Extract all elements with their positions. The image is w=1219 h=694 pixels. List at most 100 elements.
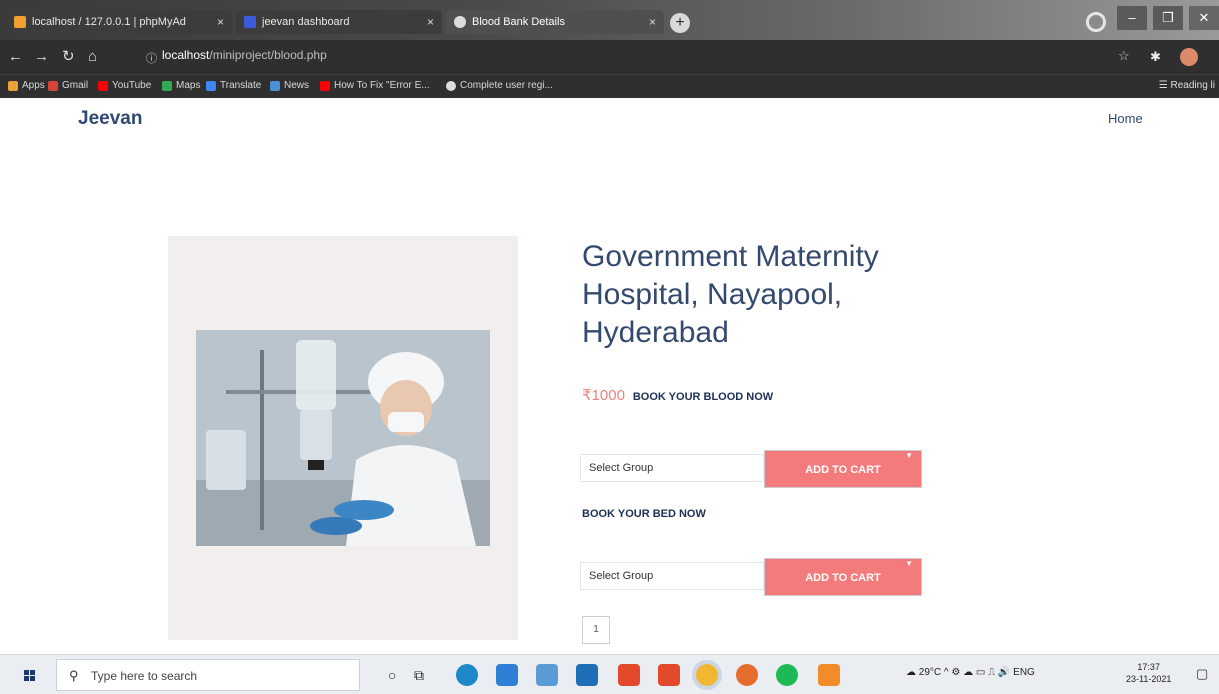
pagination-page-button[interactable]: 1 (582, 616, 610, 644)
url-path: /miniproject/blood.php (209, 48, 327, 62)
phpmyadmin-favicon-icon (14, 16, 26, 28)
page-favicon-icon (244, 16, 256, 28)
clock-date: 23-11-2021 (1126, 674, 1172, 684)
cortana-circle-icon[interactable]: ○ (388, 664, 410, 686)
bookmark-gmail[interactable]: Gmail (48, 80, 88, 91)
bed-add-to-cart-button[interactable]: ADD TO CART ▼ (764, 558, 922, 596)
new-tab-plus-icon[interactable]: + (670, 13, 690, 33)
nav-home-link[interactable]: Home (1108, 111, 1143, 126)
home-icon[interactable]: ⌂ (88, 48, 97, 66)
bookmark-translate[interactable]: Translate (206, 80, 261, 91)
close-tab-icon[interactable]: × (217, 15, 224, 29)
reading-list[interactable]: ☰ Reading li (1159, 80, 1215, 91)
button-label: ADD TO CART (805, 572, 881, 584)
restore-window-button[interactable]: ❐ (1153, 6, 1183, 30)
task-view-icon[interactable]: ⧉ (414, 664, 436, 686)
bookmark-maps[interactable]: Maps (162, 80, 200, 91)
close-tab-icon[interactable]: × (427, 15, 434, 29)
reload-icon[interactable]: ↻ (62, 48, 75, 66)
bookmark-news[interactable]: News (270, 80, 309, 91)
windows-start-icon[interactable] (10, 665, 50, 687)
system-tray: ☁ 29°C ^ ⚙ ☁ ▭ ⎍ 🔊 ENG (906, 667, 1035, 678)
book-bed-heading: BOOK YOUR BED NOW (582, 508, 706, 520)
bookmark-star-icon[interactable]: ☆ (1118, 48, 1130, 64)
profile-ring-icon[interactable] (1086, 12, 1106, 32)
tab-jeevan-dashboard[interactable]: jeevan dashboard × (236, 10, 442, 34)
weather-temperature[interactable]: 29°C (919, 667, 941, 678)
site-info-icon[interactable]: ⓘ (146, 50, 157, 68)
store-icon[interactable] (536, 664, 558, 686)
bed-group-select[interactable]: Select Group (580, 562, 764, 590)
chrome-browser-icon[interactable] (696, 664, 718, 686)
file-explorer-icon[interactable] (496, 664, 518, 686)
input-language[interactable]: ENG (1013, 667, 1035, 678)
price-line: ₹1000 BOOK YOUR BLOOD NOW (582, 386, 773, 404)
taskbar-clock[interactable]: 17:37 23-11-2021 (1126, 661, 1171, 685)
tab-phpmyadmin[interactable]: localhost / 127.0.0.1 | phpMyAd × (6, 10, 232, 34)
apps-grid-icon (8, 80, 18, 91)
globe-icon (446, 80, 456, 91)
url-host: localhost (162, 48, 210, 62)
bookmark-label: News (284, 80, 310, 91)
button-label: ADD TO CART (805, 464, 881, 476)
reading-list-icon: ☰ (1158, 80, 1171, 91)
bookmarks-bar: Apps Gmail YouTube Maps Translate News H… (0, 74, 1219, 98)
tab-label: jeevan dashboard (262, 16, 350, 28)
hospital-name: Government Maternity Hospital, Nayapool,… (582, 240, 879, 349)
gmail-icon (48, 80, 58, 91)
search-placeholder: Type here to search (91, 669, 198, 683)
youtube-icon (320, 80, 330, 91)
back-arrow-icon[interactable]: ← (8, 48, 23, 66)
xampp-icon[interactable] (818, 664, 840, 686)
weather-cloud-icon[interactable]: ☁ (906, 667, 916, 678)
avatar[interactable] (1180, 48, 1198, 66)
lab-worker-illustration (196, 330, 490, 546)
close-tab-icon[interactable]: × (649, 15, 656, 29)
bookmark-label: Translate (220, 80, 262, 91)
bookmark-label: YouTube (112, 80, 152, 91)
blood-group-select[interactable]: Select Group (580, 454, 764, 482)
notification-center-icon[interactable]: ▢ (1196, 666, 1208, 682)
bookmark-label: Maps (176, 80, 201, 91)
reading-list-label: Reading li (1170, 80, 1215, 91)
site-brand[interactable]: Jeevan (78, 108, 142, 130)
tab-label: Blood Bank Details (472, 16, 565, 28)
address-bar-row: ← → ↻ ⌂ ⓘ localhost/miniproject/blood.ph… (0, 40, 1219, 74)
tab-blood-bank-details[interactable]: Blood Bank Details × (446, 10, 664, 34)
youtube-icon (98, 80, 108, 91)
bookmark-label: Apps (22, 80, 45, 91)
bookmark-label: Gmail (62, 80, 89, 91)
bookmark-how-to-fix[interactable]: How To Fix "Error E... (320, 80, 430, 91)
clock-time: 17:37 (1137, 662, 1160, 672)
office-app-icon[interactable] (618, 664, 640, 686)
tray-icons[interactable]: ⚙ ☁ ▭ ⎍ 🔊 (951, 667, 1010, 678)
chevron-down-icon: ▼ (905, 451, 913, 460)
translate-icon (206, 80, 216, 91)
edge-browser-icon[interactable] (456, 664, 478, 686)
bookmark-label: How To Fix "Error E... (334, 80, 430, 91)
tab-label: localhost / 127.0.0.1 | phpMyAd (32, 16, 186, 28)
minimize-window-button[interactable]: – (1117, 6, 1147, 30)
close-window-button[interactable]: ✕ (1189, 6, 1219, 30)
maps-icon (162, 80, 172, 91)
chevron-down-icon: ▼ (905, 559, 913, 568)
forward-arrow-icon[interactable]: → (34, 48, 49, 66)
bookmark-label: Complete user regi... (460, 80, 553, 91)
blood-price: ₹1000 (582, 387, 625, 404)
taskbar-search-input[interactable]: ⚲ Type here to search (56, 659, 360, 691)
bookmark-apps[interactable]: Apps (8, 80, 45, 91)
office-app-icon[interactable] (658, 664, 680, 686)
url-field[interactable]: localhost/miniproject/blood.php (162, 48, 327, 62)
news-icon (270, 80, 280, 91)
book-blood-heading: BOOK YOUR BLOOD NOW (632, 391, 774, 403)
bookmark-youtube[interactable]: YouTube (98, 80, 151, 91)
hospital-photo (196, 330, 490, 546)
bookmark-complete-user[interactable]: Complete user regi... (446, 80, 553, 91)
windows-taskbar: ⚲ Type here to search ○ ⧉ ☁ 29°C ^ ⚙ ☁ ▭… (0, 654, 1219, 694)
browser-tab-bar: localhost / 127.0.0.1 | phpMyAd × jeevan… (0, 0, 1219, 40)
mail-icon[interactable] (576, 664, 598, 686)
blood-add-to-cart-button[interactable]: ADD TO CART ▼ (764, 450, 922, 488)
spotify-icon[interactable] (776, 664, 798, 686)
firefox-browser-icon[interactable] (736, 664, 758, 686)
extensions-puzzle-icon[interactable]: ✱ (1150, 49, 1161, 65)
